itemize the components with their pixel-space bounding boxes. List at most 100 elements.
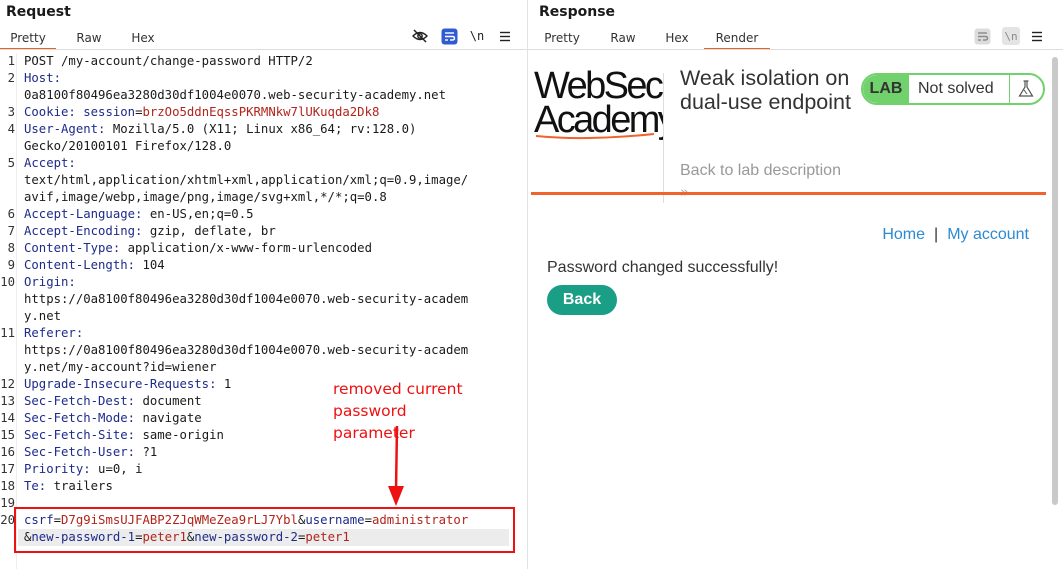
tab-raw[interactable]: Raw xyxy=(603,30,643,50)
code-line[interactable]: Sec-Fetch-Mode: navigate xyxy=(24,410,202,427)
code-key: Priority: xyxy=(24,462,99,476)
code-line[interactable]: Accept: xyxy=(24,155,76,172)
code-text: https://0a8100f80496ea3280d30df1004e0070… xyxy=(24,292,469,306)
response-scrollbar[interactable] xyxy=(1052,57,1058,505)
code-text: en-US,en;q=0.5 xyxy=(149,207,254,221)
code-text: y.net/my-account?id=wiener xyxy=(24,360,217,374)
request-editor[interactable]: 1 2 3 4 5 6 7 8 9 10 11 12 13 14 15 16 17 18 19 20 POST /my… xyxy=(0,53,527,569)
menu-icon[interactable] xyxy=(496,27,514,45)
code-line[interactable]: Sec-Fetch-User: ?1 xyxy=(24,444,157,461)
code-key: Upgrade-Insecure-Requests: xyxy=(24,377,224,391)
code-line[interactable]: 0a8100f80496ea3280d30df1004e0070.web-sec… xyxy=(24,87,446,104)
top-nav: Home | My account xyxy=(882,226,1029,244)
code-line[interactable]: Origin: xyxy=(24,274,76,291)
code-line[interactable]: y.net xyxy=(24,308,61,325)
wrap-lines-icon[interactable] xyxy=(973,27,991,45)
wrap-lines-icon[interactable] xyxy=(440,27,458,45)
back-to-lab-description-link[interactable]: Back to lab description xyxy=(680,162,841,180)
flask-icon xyxy=(1018,80,1034,97)
line-number-gutter: 1 2 3 4 5 6 7 8 9 10 11 12 13 14 15 16 17 18 19 20 xyxy=(0,53,17,569)
code-key: Content-Length: xyxy=(24,258,143,272)
code-line[interactable]: POST /my-account/change-password HTTP/2 xyxy=(24,53,313,70)
code-text: 0a8100f80496ea3280d30df1004e0070.web-sec… xyxy=(24,88,446,102)
line-number: 17 xyxy=(0,462,15,476)
code-key: Accept-Language: xyxy=(24,207,150,221)
tab-raw[interactable]: Raw xyxy=(67,30,111,50)
request-title: Request xyxy=(6,4,71,20)
code-line[interactable]: https://0a8100f80496ea3280d30df1004e0070… xyxy=(24,291,468,308)
annotation-text: removed current password parameter xyxy=(333,378,527,444)
success-message: Password changed successfully! xyxy=(547,259,779,276)
code-line[interactable]: Host: xyxy=(24,70,61,87)
request-pane: Request Pretty Raw Hex \n 1 2 3 4 5 6 7 8 9 10 11 1… xyxy=(0,0,527,569)
line-number: 5 xyxy=(7,156,15,170)
annotation-line-1: removed current password xyxy=(333,380,463,420)
code-text: y.net xyxy=(24,309,62,323)
code-key: Origin: xyxy=(24,275,76,289)
code-line[interactable]: Sec-Fetch-Site: same-origin xyxy=(24,427,224,444)
back-button[interactable]: Back xyxy=(547,285,617,315)
line-number: 9 xyxy=(7,258,15,272)
nav-home-link[interactable]: Home xyxy=(882,226,925,243)
tab-render[interactable]: Render xyxy=(704,30,770,50)
line-number: 6 xyxy=(7,207,15,221)
code-key: Sec-Fetch-Dest: xyxy=(24,394,143,408)
code-key: session xyxy=(83,105,136,119)
code-key: Sec-Fetch-Mode: xyxy=(24,411,143,425)
code-key: Te: xyxy=(24,479,54,493)
body-highlight-box xyxy=(14,507,515,553)
line-number: 16 xyxy=(0,445,15,459)
code-line[interactable]: Gecko/20100101 Firefox/128.0 xyxy=(24,138,231,155)
code-line[interactable]: Accept-Language: en-US,en;q=0.5 xyxy=(24,206,254,223)
code-line[interactable]: text/html,application/xhtml+xml,applicat… xyxy=(24,172,468,189)
line-number: 10 xyxy=(0,275,15,289)
code-text: same-origin xyxy=(142,428,224,442)
code-text: document xyxy=(142,394,202,408)
code-key: Sec-Fetch-Site: xyxy=(24,428,143,442)
code-text: Mozilla/5.0 (X11; Linux x86_64; rv:128.0… xyxy=(112,122,417,136)
code-key: Host: xyxy=(24,71,62,85)
eye-slash-icon[interactable] xyxy=(411,27,429,45)
newline-toggle-icon[interactable]: \n xyxy=(468,27,486,45)
code-line[interactable]: Content-Length: 104 xyxy=(24,257,165,274)
code-key: Accept-Encoding: xyxy=(24,224,150,238)
code-key: Accept: xyxy=(24,156,76,170)
annotation-line-2: parameter xyxy=(333,424,415,442)
line-number: 19 xyxy=(0,496,15,510)
code-line[interactable]: Sec-Fetch-Dest: document xyxy=(24,393,202,410)
code-line[interactable]: Priority: u=0, i xyxy=(24,461,142,478)
code-line[interactable]: Accept-Encoding: gzip, deflate, br xyxy=(24,223,276,240)
code-text: text/html,application/xhtml+xml,applicat… xyxy=(24,173,469,187)
tab-pretty[interactable]: Pretty xyxy=(536,30,588,50)
code-line[interactable]: https://0a8100f80496ea3280d30df1004e0070… xyxy=(24,342,468,359)
badge-separator xyxy=(1009,75,1010,103)
tab-pretty[interactable]: Pretty xyxy=(0,30,56,50)
nav-separator: | xyxy=(934,226,939,243)
code-text: avif,image/webp,image/png,image/svg+xml,… xyxy=(24,190,387,204)
header-separator xyxy=(663,73,664,203)
code-line[interactable]: Referer: xyxy=(24,325,83,342)
code-line[interactable]: y.net/my-account?id=wiener xyxy=(24,359,217,376)
response-pane: Response Pretty Raw Hex Render \n WebSec… xyxy=(528,0,1063,569)
line-number: 15 xyxy=(0,428,15,442)
websec-academy-logo[interactable]: WebSec Academy xyxy=(534,68,664,148)
nav-my-account-link[interactable]: My account xyxy=(947,226,1029,243)
line-number: 12 xyxy=(0,377,15,391)
code-line[interactable]: Cookie: session=brzOo5ddnEqssPKRMNkw7lUK… xyxy=(24,104,379,121)
line-number: 13 xyxy=(0,394,15,408)
code-line[interactable]: User-Agent: Mozilla/5.0 (X11; Linux x86_… xyxy=(24,121,416,138)
code-line[interactable]: Te: trailers xyxy=(24,478,113,495)
newline-toggle-icon[interactable]: \n xyxy=(1002,27,1020,45)
tabs-underline xyxy=(0,49,527,50)
code-text: https://0a8100f80496ea3280d30df1004e0070… xyxy=(24,343,469,357)
lab-status-badge: LAB Not solved xyxy=(861,73,1045,105)
code-line[interactable]: avif,image/webp,image/png,image/svg+xml,… xyxy=(24,189,387,206)
menu-icon[interactable] xyxy=(1028,27,1046,45)
code-line[interactable]: Upgrade-Insecure-Requests: 1 xyxy=(24,376,231,393)
annotation-arrow-icon xyxy=(388,425,404,506)
header-accent-bar xyxy=(531,192,1046,195)
tab-hex[interactable]: Hex xyxy=(122,30,164,50)
code-line[interactable]: Content-Type: application/x-www-form-url… xyxy=(24,240,372,257)
code-text: Gecko/20100101 Firefox/128.0 xyxy=(24,139,232,153)
tab-hex[interactable]: Hex xyxy=(658,30,696,50)
